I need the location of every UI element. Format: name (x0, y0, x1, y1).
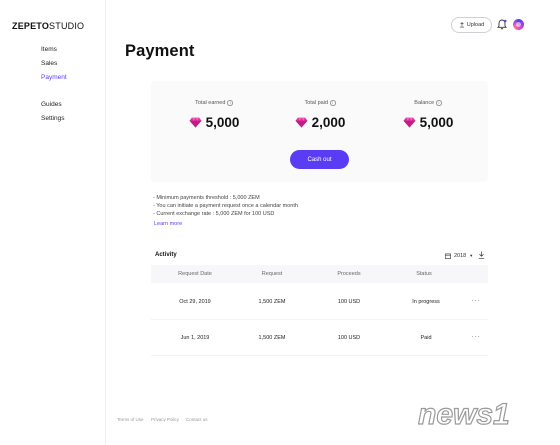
logo-bold: ZEPETO (12, 21, 50, 31)
stat-value: 2,000 (311, 115, 346, 130)
sidebar-item-settings[interactable]: Settings (41, 115, 65, 122)
download-icon[interactable] (478, 251, 485, 259)
activity-title: Activity (155, 252, 177, 258)
note-line: - Current exchange rate : 5,000 ZEM for … (153, 211, 275, 218)
bell-icon[interactable] (497, 19, 507, 30)
upload-icon (459, 22, 464, 28)
cell-status: In progress (412, 299, 440, 305)
note-line: - You can initiate a payment request onc… (153, 203, 298, 210)
gem-icon (295, 117, 308, 128)
year-value: 2018 (454, 252, 467, 259)
payment-summary-card: Total earned i 5,000 Total paid i 2,000 (151, 81, 488, 182)
note-line: - Minimum payments threshold : 5,000 ZEM (153, 195, 260, 201)
column-header: Request Date (178, 271, 212, 277)
page-title: Payment (125, 42, 195, 60)
info-icon[interactable]: i (227, 100, 233, 106)
year-select[interactable]: 2018 ▼ (445, 251, 473, 260)
info-icon[interactable]: i (436, 100, 442, 106)
gem-icon (403, 117, 416, 128)
stat-value: 5,000 (205, 115, 240, 130)
news1-watermark: news1 (418, 397, 510, 431)
info-icon[interactable]: i (330, 100, 336, 106)
footer-link-privacy[interactable]: Privacy Policy (151, 417, 179, 422)
column-header: Proceeds (337, 271, 361, 277)
cell-request: 1,500 ZEM (258, 299, 286, 305)
watermark-text: news1 (418, 398, 510, 431)
table-row: Jun 1, 2019 1,500 ZEM 100 USD Paid ··· (151, 320, 488, 356)
column-header: Status (416, 271, 432, 277)
sidebar: ZEPETOSTUDIO Items Sales Payment Guides … (0, 0, 106, 445)
more-icon[interactable]: ··· (471, 332, 481, 341)
payment-notes: - Minimum payments threshold : 5,000 ZEM… (153, 194, 298, 219)
gem-icon (189, 117, 202, 128)
learn-more-link[interactable]: Learn more (154, 221, 182, 227)
logo-light: STUDIO (49, 21, 85, 31)
column-header: Request (261, 271, 283, 277)
sidebar-item-guides[interactable]: Guides (41, 101, 62, 108)
cell-proceeds: 100 USD (337, 335, 361, 341)
sidebar-item-payment[interactable]: Payment (41, 74, 67, 81)
more-icon[interactable]: ··· (471, 296, 481, 305)
cell-proceeds: 100 USD (337, 299, 361, 305)
sidebar-item-sales[interactable]: Sales (41, 60, 57, 67)
cell-date: Oct 29, 2019 (179, 299, 211, 305)
cell-date: Jun 1, 2019 (180, 335, 210, 341)
app-logo[interactable]: ZEPETOSTUDIO (12, 21, 84, 31)
cash-out-button[interactable]: Cash out (290, 150, 349, 169)
sidebar-item-items[interactable]: Items (41, 46, 57, 53)
cell-status: Paid (420, 335, 432, 341)
cell-request: 1,500 ZEM (258, 335, 286, 341)
activity-table-header: Request Date Request Proceeds Status (151, 265, 488, 283)
chevron-down-icon: ▼ (469, 253, 474, 258)
stat-value: 5,000 (419, 115, 454, 130)
table-row: Oct 29, 2019 1,500 ZEM 100 USD In progre… (151, 284, 488, 320)
calendar-icon (445, 253, 451, 259)
stat-label: Total earned (195, 100, 226, 106)
stat-label: Total paid (304, 100, 329, 106)
footer-link-terms[interactable]: Terms of Use (117, 417, 144, 422)
avatar[interactable] (513, 19, 524, 30)
stat-label: Balance (414, 100, 435, 106)
upload-label: Upload (466, 22, 485, 28)
upload-button[interactable]: Upload (451, 17, 492, 33)
footer-link-contact[interactable]: Contact us (186, 417, 208, 422)
